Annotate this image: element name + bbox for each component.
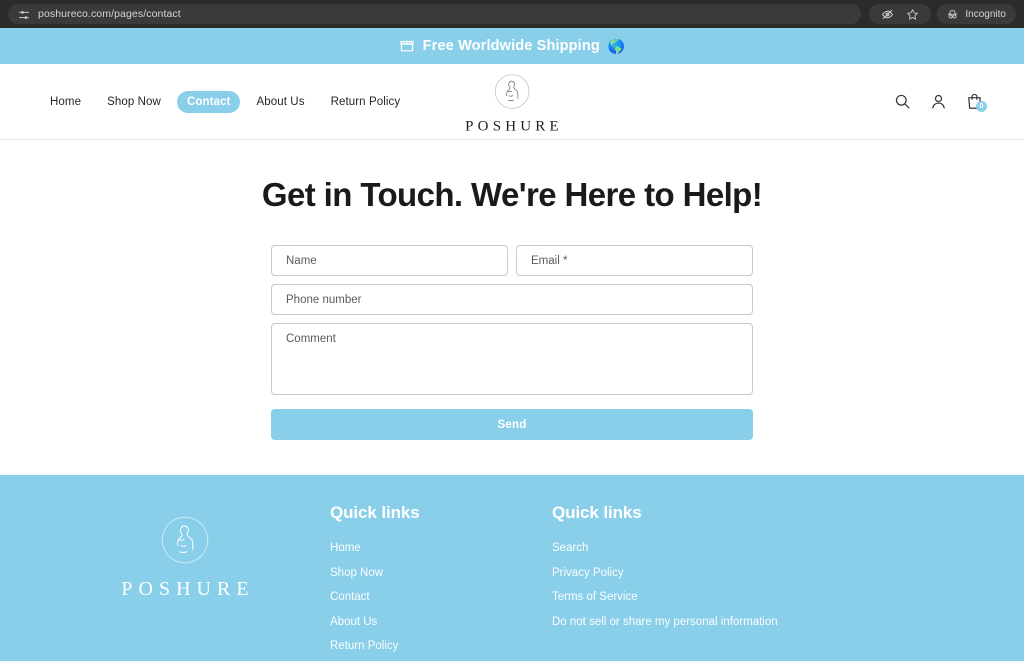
phone-input[interactable] [271, 284, 753, 315]
brand-wordmark: POSHURE [465, 118, 563, 134]
globe-icon: 🌎 [607, 38, 626, 54]
email-input[interactable] [516, 245, 753, 276]
footer-column-quick-links-2: Quick links Search Privacy Policy Terms … [552, 503, 778, 640]
footer-link-terms-of-service[interactable]: Terms of Service [552, 591, 778, 603]
comment-textarea[interactable] [271, 323, 753, 395]
search-icon[interactable] [893, 92, 912, 111]
browser-action-group [869, 4, 932, 24]
page-title: Get in Touch. We're Here to Help! [261, 176, 763, 213]
circle-figure-logo-icon [154, 509, 216, 571]
footer-link-privacy-policy[interactable]: Privacy Policy [552, 567, 778, 579]
site-logo[interactable]: POSHURE [461, 68, 563, 135]
address-bar[interactable]: poshureco.com/pages/contact [8, 4, 862, 24]
footer-link-home[interactable]: Home [330, 542, 552, 554]
footer-wordmark: POSHURE [121, 578, 255, 600]
primary-navigation: Home Shop Now Contact About Us Return Po… [40, 90, 411, 113]
site-footer: POSHURE Quick links Home Shop Now Contac… [0, 475, 1024, 661]
footer-logo[interactable]: POSHURE [40, 503, 330, 601]
contact-form: Send [271, 245, 753, 440]
footer-link-about-us[interactable]: About Us [330, 616, 552, 628]
footer-link-shop-now[interactable]: Shop Now [330, 567, 552, 579]
storefront-icon [399, 38, 415, 54]
form-row-name-email [271, 245, 753, 276]
incognito-hat-icon [946, 8, 959, 21]
nav-item-shop-now[interactable]: Shop Now [97, 91, 171, 113]
footer-column-title: Quick links [330, 503, 420, 522]
incognito-indicator[interactable]: Incognito [937, 4, 1016, 24]
header-actions: 0 [893, 92, 987, 112]
eye-off-icon[interactable] [881, 8, 894, 21]
send-button[interactable]: Send [271, 409, 753, 440]
footer-link-contact[interactable]: Contact [330, 591, 552, 603]
circle-figure-logo-icon [489, 68, 535, 114]
user-account-icon[interactable] [929, 92, 948, 111]
site-header: Home Shop Now Contact About Us Return Po… [0, 64, 1024, 140]
form-row-phone [271, 284, 753, 315]
cart-count-badge: 0 [976, 101, 987, 112]
announcement-bar: Free Worldwide Shipping 🌎 [0, 28, 1024, 64]
star-icon[interactable] [906, 8, 919, 21]
browser-toolbar: poshureco.com/pages/contact Incognito [0, 0, 1024, 28]
shopping-bag-button[interactable]: 0 [965, 92, 987, 112]
footer-link-search[interactable]: Search [552, 542, 778, 554]
nav-item-about-us[interactable]: About Us [246, 91, 314, 113]
announcement-text: Free Worldwide Shipping [422, 38, 600, 54]
browser-toolbar-actions: Incognito [869, 4, 1016, 24]
footer-column-title: Quick links [552, 503, 642, 522]
nav-item-return-policy[interactable]: Return Policy [321, 91, 411, 113]
tune-sliders-icon[interactable] [18, 8, 30, 20]
footer-link-do-not-sell[interactable]: Do not sell or share my personal informa… [552, 616, 778, 628]
nav-item-home[interactable]: Home [40, 91, 91, 113]
footer-link-return-policy[interactable]: Return Policy [330, 640, 552, 652]
contact-section: Get in Touch. We're Here to Help! Send [0, 140, 1024, 440]
nav-item-contact[interactable]: Contact [176, 90, 241, 113]
url-text: poshureco.com/pages/contact [38, 8, 181, 20]
name-input[interactable] [271, 245, 508, 276]
incognito-label: Incognito [965, 8, 1006, 20]
footer-column-quick-links-1: Quick links Home Shop Now Contact About … [330, 503, 552, 661]
